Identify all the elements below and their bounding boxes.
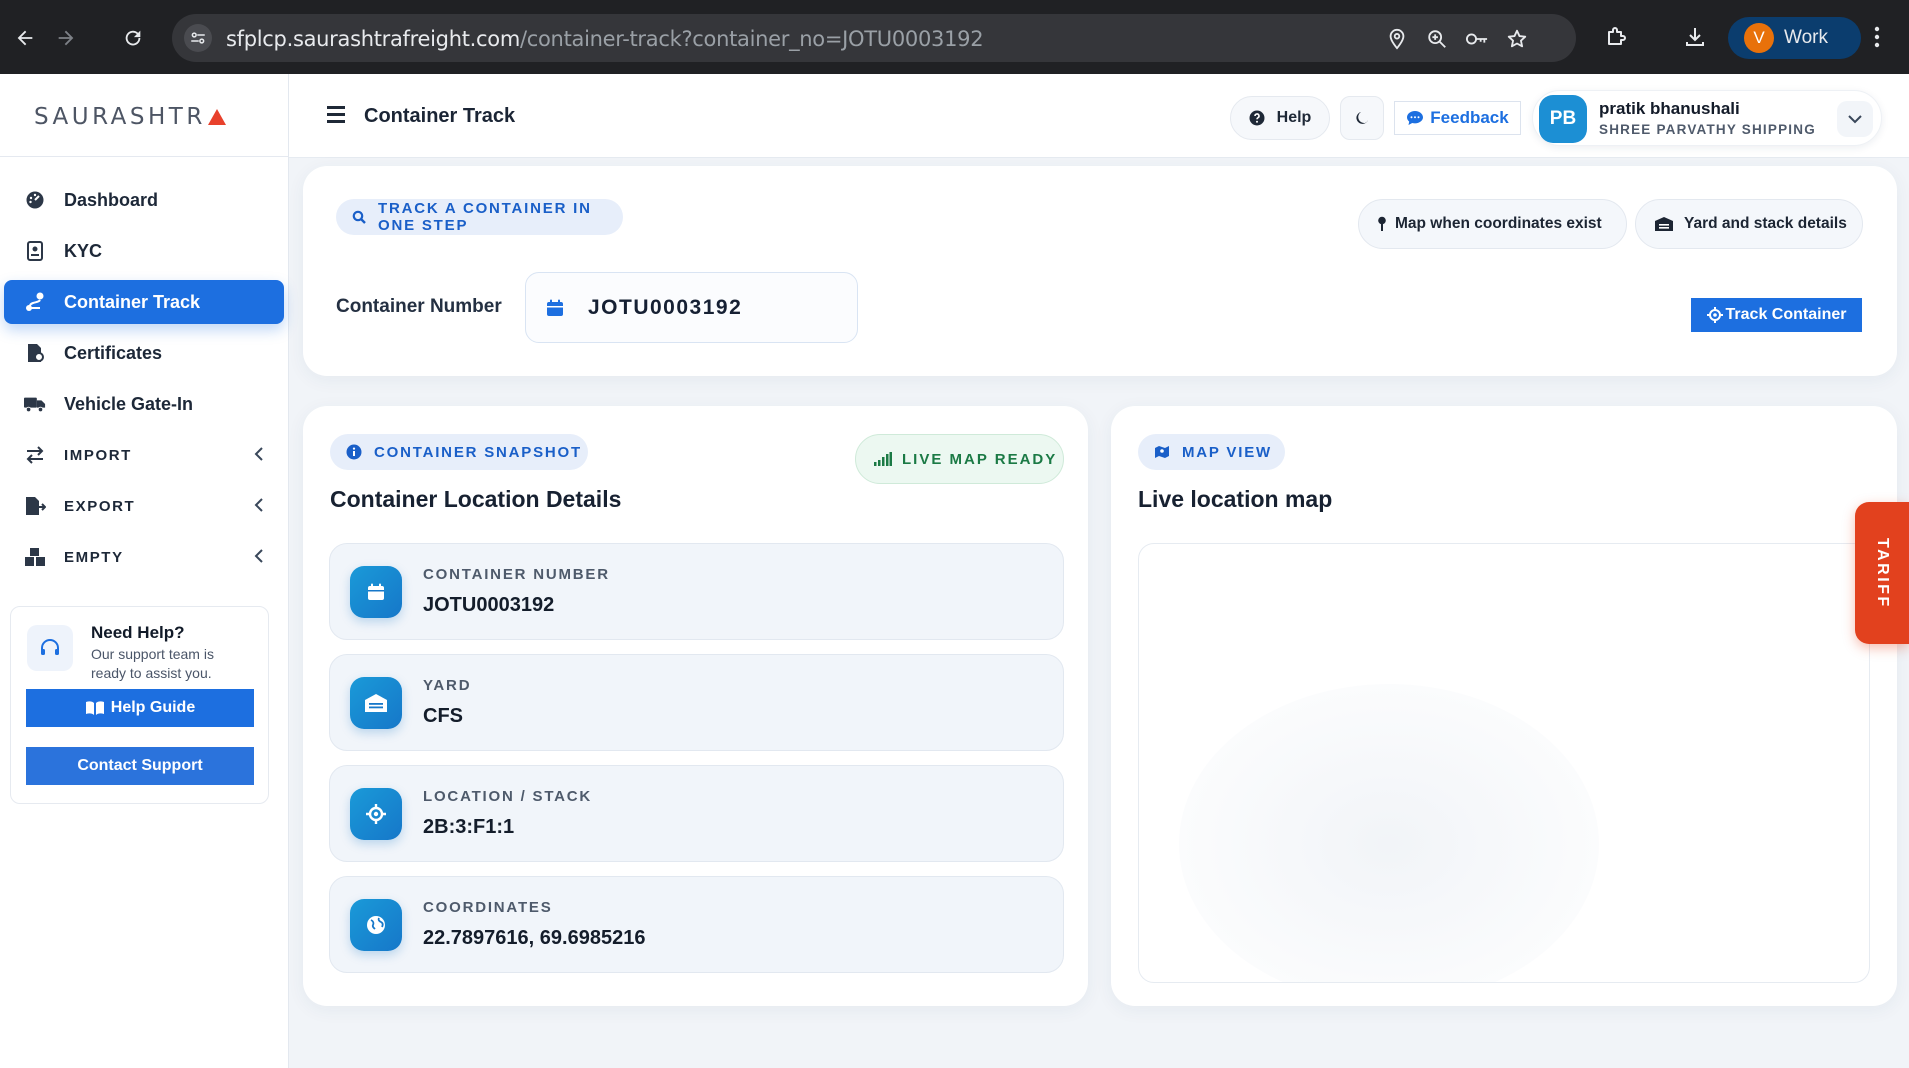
zoom-icon[interactable] xyxy=(1424,26,1450,52)
sidebar: SAURASHTR Dashboard KYC Container Track … xyxy=(0,74,289,1068)
map-view-pill: MAP VIEW xyxy=(1138,434,1285,470)
dark-mode-toggle[interactable] xyxy=(1340,96,1384,140)
route-icon xyxy=(24,291,46,313)
help-button[interactable]: Help xyxy=(1230,96,1330,140)
help-title: Need Help? xyxy=(91,623,185,642)
live-map[interactable] xyxy=(1138,543,1870,983)
logo-triangle-icon xyxy=(207,109,226,125)
container-number-value: JOTU0003192 xyxy=(588,295,743,319)
url-text: sfplcp.saurashtrafreight.com/container-t… xyxy=(226,27,984,51)
pin-icon xyxy=(1377,216,1387,232)
info-icon xyxy=(346,444,362,460)
user-company: SHREE PARVATHY SHIPPING xyxy=(1599,122,1816,137)
user-name: pratik bhanushali xyxy=(1599,99,1740,118)
map-coordinates-tag[interactable]: Map when coordinates exist xyxy=(1358,199,1627,249)
more-menu-icon[interactable] xyxy=(1862,22,1892,52)
chevron-down-icon[interactable] xyxy=(1837,101,1873,137)
help-guide-button[interactable]: Help Guide xyxy=(26,689,254,727)
detail-yard: YARD CFS xyxy=(329,654,1064,751)
detail-location-stack: LOCATION / STACK 2B:3:F1:1 xyxy=(329,765,1064,862)
divider xyxy=(0,156,289,157)
yard-stack-tag[interactable]: Yard and stack details xyxy=(1635,199,1863,249)
detail-container-number: CONTAINER NUMBER JOTU0003192 xyxy=(329,543,1064,640)
sidebar-item-certificates[interactable]: Certificates xyxy=(4,331,284,375)
map-icon xyxy=(1154,445,1170,459)
snapshot-pill: CONTAINER SNAPSHOT xyxy=(330,434,588,470)
search-icon xyxy=(352,210,366,224)
forward-icon[interactable] xyxy=(50,22,82,54)
headset-icon xyxy=(27,625,73,671)
snapshot-title: Container Location Details xyxy=(330,486,622,512)
address-bar[interactable]: sfplcp.saurashtrafreight.com/container-t… xyxy=(172,14,1576,62)
book-icon xyxy=(85,701,104,715)
tariff-tab[interactable]: TARIFF xyxy=(1855,502,1909,644)
chevron-left-icon[interactable] xyxy=(254,447,264,464)
profile-label: Work xyxy=(1784,27,1828,48)
boxes-icon xyxy=(24,546,46,568)
contact-support-button[interactable]: Contact Support xyxy=(26,747,254,785)
truck-icon xyxy=(24,393,46,415)
crosshair-icon xyxy=(1706,307,1723,323)
feedback-button[interactable]: Feedback xyxy=(1394,101,1521,135)
crosshair-icon xyxy=(350,788,402,840)
detail-coordinates: COORDINATES 22.7897616, 69.6985216 xyxy=(329,876,1064,973)
chevron-left-icon[interactable] xyxy=(254,498,264,515)
sidebar-item-export[interactable]: EXPORT xyxy=(4,484,284,528)
container-number-label: Container Number xyxy=(336,296,502,317)
sidebar-item-import[interactable]: IMPORT xyxy=(4,433,284,477)
avatar: PB xyxy=(1539,95,1587,143)
sidebar-item-container-track[interactable]: Container Track xyxy=(4,280,284,324)
question-circle-icon xyxy=(1249,110,1265,126)
brand-logo[interactable]: SAURASHTR xyxy=(34,104,226,130)
track-container-button[interactable]: Track Container xyxy=(1691,298,1862,332)
track-panel: TRACK A CONTAINER IN ONE STEP Map when c… xyxy=(303,166,1897,376)
id-card-icon xyxy=(24,240,46,262)
sidebar-item-vehicle-gate-in[interactable]: Vehicle Gate-In xyxy=(4,382,284,426)
sidebar-item-kyc[interactable]: KYC xyxy=(4,229,284,273)
map-title: Live location map xyxy=(1138,486,1333,512)
download-icon[interactable] xyxy=(1680,22,1710,52)
page-title: Container Track xyxy=(364,105,516,127)
moon-icon xyxy=(1356,112,1368,124)
sidebar-item-dashboard[interactable]: Dashboard xyxy=(4,178,284,222)
browser-chrome: sfplcp.saurashtrafreight.com/container-t… xyxy=(0,0,1909,74)
sidebar-item-empty[interactable]: EMPTY xyxy=(4,535,284,579)
map-panel: MAP VIEW Live location map xyxy=(1111,406,1897,1006)
track-pill: TRACK A CONTAINER IN ONE STEP xyxy=(336,199,623,235)
back-icon[interactable] xyxy=(9,22,41,54)
swap-arrows-icon xyxy=(24,444,46,466)
top-header: Container Track Help Feedback PB pratik … xyxy=(289,74,1909,158)
certificate-icon xyxy=(24,342,46,364)
site-settings-icon[interactable] xyxy=(184,24,212,52)
dashboard-icon xyxy=(24,189,46,211)
key-icon[interactable] xyxy=(1464,26,1490,52)
warehouse-icon xyxy=(1654,216,1674,232)
warehouse-icon xyxy=(350,677,402,729)
file-export-icon xyxy=(24,495,46,517)
calendar-icon xyxy=(546,299,564,317)
extensions-icon[interactable] xyxy=(1601,22,1631,52)
chat-icon xyxy=(1407,111,1424,125)
globe-icon xyxy=(350,899,402,951)
live-map-badge: LIVE MAP READY xyxy=(855,434,1064,484)
help-description: Our support team is ready to assist you. xyxy=(91,646,214,681)
profile-avatar: V xyxy=(1744,23,1774,53)
chevron-left-icon[interactable] xyxy=(254,549,264,566)
container-icon xyxy=(350,566,402,618)
signal-icon xyxy=(874,452,892,466)
user-menu[interactable]: PB pratik bhanushali SHREE PARVATHY SHIP… xyxy=(1532,90,1882,146)
location-pin-icon[interactable] xyxy=(1384,26,1410,52)
star-icon[interactable] xyxy=(1504,26,1530,52)
snapshot-panel: CONTAINER SNAPSHOT Container Location De… xyxy=(303,406,1088,1006)
reload-icon[interactable] xyxy=(117,22,149,54)
help-card: Need Help? Our support team is ready to … xyxy=(10,606,269,804)
container-number-input[interactable]: JOTU0003192 xyxy=(525,272,858,343)
hamburger-menu-icon[interactable] xyxy=(327,106,347,124)
profile-chip[interactable]: V Work xyxy=(1728,17,1861,59)
